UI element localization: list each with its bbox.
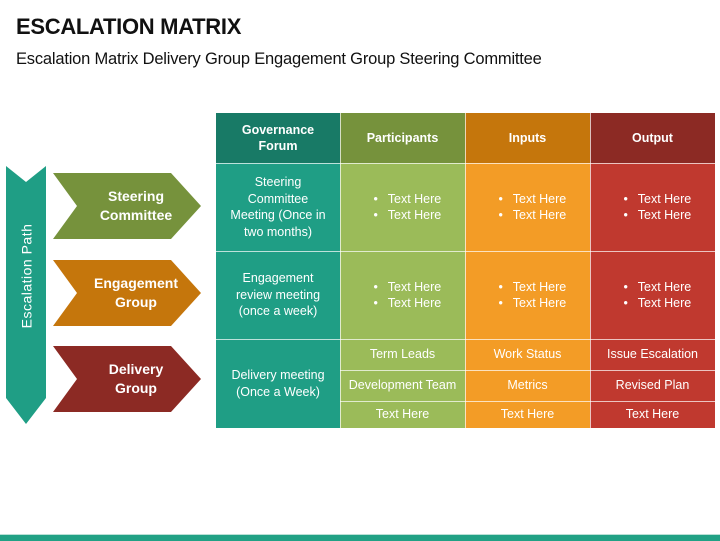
input-item: Metrics xyxy=(507,378,548,393)
row-3-output: Issue Escalation Revised Plan Text Here xyxy=(590,339,715,428)
row-2-forum: Engagement review meeting (once a week) xyxy=(216,251,340,339)
row-1-forum: Steering Committee Meeting (Once in two mon… xyxy=(216,163,340,251)
output-item: Issue Escalation xyxy=(606,347,699,362)
row-1-output: • Text Here • Text Here xyxy=(590,163,715,251)
level-delivery-group: Delivery Group xyxy=(53,346,201,412)
page-subtitle: Escalation Matrix Delivery Group Engagem… xyxy=(16,50,542,68)
input-item: Text Here xyxy=(500,407,555,422)
header-output: Output xyxy=(590,113,715,163)
page-title: ESCALATION MATRIX xyxy=(16,14,242,39)
header-governance-forum: Governance Forum xyxy=(216,113,340,163)
row-2-output: • Text Here • Text Here xyxy=(590,251,715,339)
output-item: Text Here xyxy=(625,407,680,422)
level-engagement-group: Engagement Group xyxy=(53,260,201,326)
grid-line xyxy=(340,113,341,428)
participant-item: Text Here xyxy=(375,407,430,422)
escalation-path-label: Escalation Path xyxy=(18,223,35,329)
grid-line xyxy=(465,113,466,428)
row-2-inputs: • Text Here • Text Here xyxy=(465,251,590,339)
grid-line xyxy=(216,251,715,252)
grid-line xyxy=(590,113,591,428)
header-inputs: Inputs xyxy=(465,113,590,163)
row-3-inputs: Work Status Metrics Text Here xyxy=(465,339,590,428)
grid-line xyxy=(340,370,715,371)
row-1-inputs: • Text Here • Text Here xyxy=(465,163,590,251)
grid-line xyxy=(340,401,715,402)
escalation-matrix-table: Governance Forum Participants Inputs Outp… xyxy=(216,113,715,428)
level-steering-committee: Steering Committee xyxy=(53,173,201,239)
grid-line xyxy=(216,163,715,164)
output-item: Revised Plan xyxy=(615,378,690,393)
header-participants: Participants xyxy=(340,113,465,163)
row-3-forum: Delivery meeting (Once a Week) xyxy=(216,339,340,428)
row-2-participants: • Text Here • Text Here xyxy=(340,251,465,339)
grid-line xyxy=(216,339,715,340)
row-3-participants: Term Leads Development Team Text Here xyxy=(340,339,465,428)
participant-item: Development Team xyxy=(348,378,457,393)
participant-item: Term Leads xyxy=(369,347,436,362)
input-item: Work Status xyxy=(493,347,562,362)
row-1-participants: • Text Here • Text Here xyxy=(340,163,465,251)
